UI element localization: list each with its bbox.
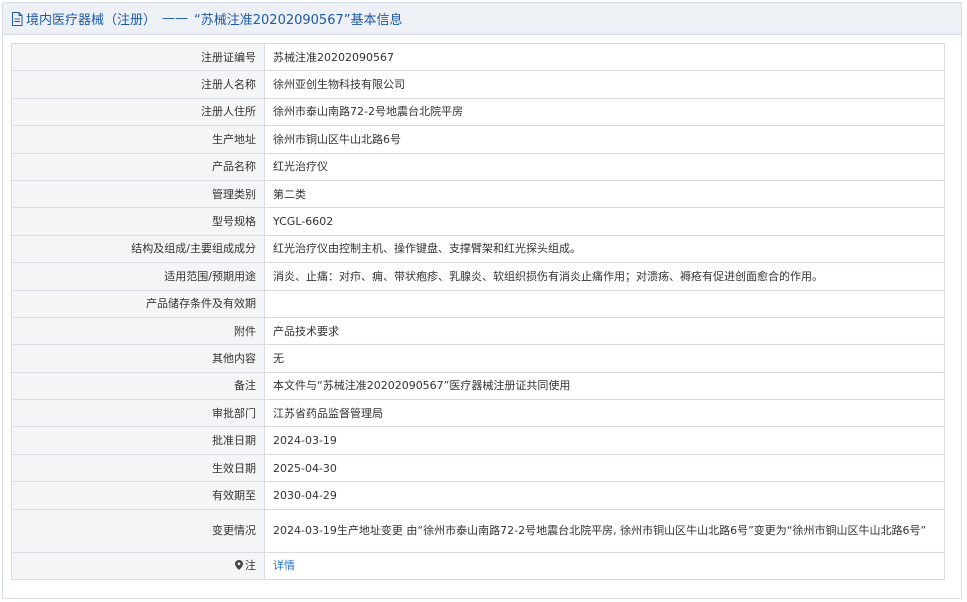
document-icon	[11, 11, 23, 26]
header-title: “苏械注准20202090567”基本信息	[194, 13, 403, 28]
table-row: 附件 产品技术要求	[11, 316, 945, 346]
row-value: 徐州亚创生物科技有限公司	[264, 70, 945, 99]
info-table: 注册证编号 苏械注准20202090567 注册人名称 徐州亚创生物科技有限公司 注册人…	[11, 42, 945, 581]
table-row: 生效日期 2025-04-30	[11, 453, 945, 483]
row-value	[264, 289, 945, 318]
note-label: 注	[245, 559, 256, 573]
row-value: YCGL-6602	[264, 207, 945, 236]
location-pin-icon	[235, 559, 243, 571]
table-row: 审批部门 江苏省药品监督管理局	[11, 399, 945, 428]
table-row: 适用范围/预期用途 消炎、止痛：对疖、痈、带状疱疹、乳腺炎、软组织损伤有消炎止痛作…	[11, 262, 945, 291]
table-row: 结构及组成/主要组成成分 红光治疗仪由控制主机、操作键盘、支撑臂架和红光探头组成。	[11, 234, 945, 264]
row-label: 结构及组成/主要组成成分	[11, 234, 265, 264]
row-value: 苏械注准20202090567	[264, 42, 945, 72]
row-value: 产品技术要求	[264, 316, 945, 346]
table-row: 型号规格 YCGL-6602	[11, 207, 945, 236]
table-row: 注册人住所 徐州市泰山南路72-2号地震台北院平房	[11, 97, 945, 127]
table-row: 有效期至 2030-04-29	[11, 481, 945, 510]
row-value: 徐州市泰山南路72-2号地震台北院平房	[264, 97, 945, 127]
row-label: 有效期至	[11, 481, 265, 510]
row-label: 变更情况	[11, 508, 265, 553]
info-panel: 境内医疗器械（注册） —— “苏械注准20202090567”基本信息 注册证编…	[2, 2, 962, 599]
row-label: 适用范围/预期用途	[11, 262, 265, 291]
row-value: 红光治疗仪由控制主机、操作键盘、支撑臂架和红光探头组成。	[264, 234, 945, 264]
row-label: 型号规格	[11, 207, 265, 236]
row-label: 管理类别	[11, 179, 265, 209]
table-row: 管理类别 第二类	[11, 179, 945, 209]
row-label: 产品名称	[11, 152, 265, 181]
row-value: 消炎、止痛：对疖、痈、带状疱疹、乳腺炎、软组织损伤有消炎止痛作用；对溃疡、褥疮有…	[264, 262, 945, 291]
panel-header: 境内医疗器械（注册） —— “苏械注准20202090567”基本信息	[3, 3, 961, 35]
header-prefix: 境内医疗器械（注册）	[26, 13, 157, 28]
row-label: 批准日期	[11, 426, 265, 455]
header-separator: ——	[162, 11, 189, 26]
table-row: 注册证编号 苏械注准20202090567	[11, 42, 945, 72]
row-label: 备注	[11, 371, 265, 401]
row-label: 注册证编号	[11, 42, 265, 72]
row-value: 江苏省药品监督管理局	[264, 399, 945, 428]
row-label: 附件	[11, 316, 265, 346]
row-label: 注册人名称	[11, 70, 265, 99]
note-value: 详情	[264, 551, 945, 581]
row-label: 其他内容	[11, 344, 265, 373]
table-row: 其他内容无	[11, 344, 945, 373]
note-label-cell: 注	[11, 551, 265, 581]
row-value: 2030-04-29	[264, 481, 945, 510]
table-row: 变更情况 2024-03-19生产地址变更 由“徐州市泰山南路72-2号地震台北院…	[11, 508, 945, 553]
row-value: 第二类	[264, 179, 945, 209]
table-row: 产品储存条件及有效期	[11, 289, 945, 318]
row-value: 2025-04-30	[264, 453, 945, 483]
row-value: 本文件与“苏械注准20202090567”医疗器械注册证共同使用	[264, 371, 945, 401]
row-label: 生产地址	[11, 125, 265, 154]
table-row: 生产地址 徐州市铜山区牛山北路6号	[11, 125, 945, 154]
table-row: 批准日期 2024-03-19	[11, 426, 945, 455]
table-row: 产品名称 红光治疗仪	[11, 152, 945, 181]
table-row: 注册人名称 徐州亚创生物科技有限公司	[11, 70, 945, 99]
row-value: 2024-03-19生产地址变更 由“徐州市泰山南路72-2号地震台北院平房, …	[264, 508, 945, 553]
row-value: 2024-03-19	[264, 426, 945, 455]
table-row: 备注 本文件与“苏械注准20202090567”医疗器械注册证共同使用	[11, 371, 945, 401]
note-row: 注 详情	[11, 551, 945, 581]
row-label: 注册人住所	[11, 97, 265, 127]
row-value: 红光治疗仪	[264, 152, 945, 181]
row-label: 生效日期	[11, 453, 265, 483]
details-link[interactable]: 详情	[273, 559, 295, 572]
row-label: 审批部门	[11, 399, 265, 428]
row-value: 无	[264, 344, 945, 373]
row-label: 产品储存条件及有效期	[11, 289, 265, 318]
row-value: 徐州市铜山区牛山北路6号	[264, 125, 945, 154]
